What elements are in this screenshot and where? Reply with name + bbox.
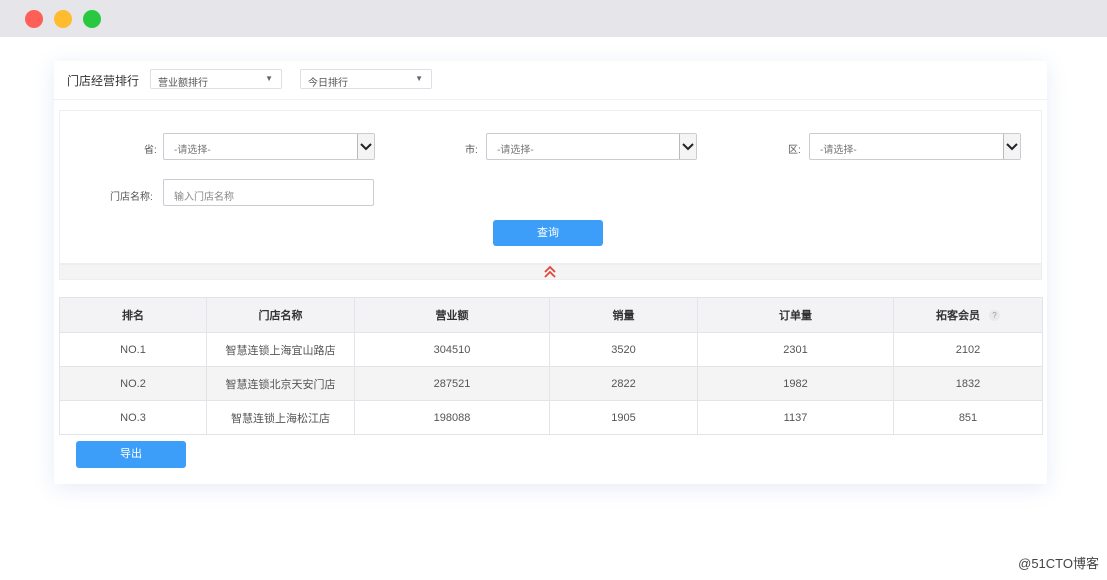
chevron-down-icon (1003, 134, 1020, 159)
sort-type-value: 营业额排行 (158, 78, 208, 89)
card-header: 门店经营排行 营业额排行 ▼ 今日排行 ▼ (54, 61, 1047, 100)
rank-cell: NO.1 (59, 332, 207, 367)
city-select[interactable]: -请选择- (486, 133, 697, 160)
query-button[interactable]: 查询 (493, 220, 603, 246)
district-label: 区: (788, 145, 801, 156)
district-value: -请选择- (820, 145, 857, 156)
new-members-cell: 2102 (893, 332, 1043, 367)
page-title: 门店经营排行 (67, 74, 140, 88)
store-ranking-table: 排名 门店名称 营业额 销量 订单量 拓客会员? NO.1 智慧连锁上海宜山路店… (59, 297, 1043, 435)
province-select[interactable]: -请选择- (163, 133, 375, 160)
close-window-button[interactable] (25, 10, 43, 28)
help-icon[interactable]: ? (989, 310, 1000, 321)
chevron-down-icon (357, 134, 374, 159)
sales-cell: 3520 (549, 332, 698, 367)
table-row[interactable]: NO.2 智慧连锁北京天安门店 287521 2822 1982 1832 (59, 366, 1043, 401)
store-ranking-card: 门店经营排行 营业额排行 ▼ 今日排行 ▼ 省: -请选择- 市: -请选择- … (54, 61, 1047, 484)
period-value: 今日排行 (308, 78, 348, 89)
column-header-sales[interactable]: 销量 (549, 297, 698, 333)
orders-cell: 1137 (697, 400, 894, 435)
city-label: 市: (465, 145, 478, 156)
store-name-cell: 智慧连锁上海松江店 (206, 400, 355, 435)
district-select[interactable]: -请选择- (809, 133, 1021, 160)
rank-cell: NO.3 (59, 400, 207, 435)
caret-down-icon: ▼ (265, 74, 273, 83)
double-chevron-up-icon[interactable] (543, 265, 557, 284)
maximize-window-button[interactable] (83, 10, 101, 28)
new-members-header-label: 拓客会员 (936, 310, 980, 322)
window-titlebar (0, 0, 1107, 37)
export-button[interactable]: 导出 (76, 441, 186, 468)
column-header-new-members[interactable]: 拓客会员? (893, 297, 1043, 333)
column-header-revenue[interactable]: 营业额 (354, 297, 550, 333)
sort-type-select[interactable]: 营业额排行 ▼ (150, 69, 282, 89)
new-members-cell: 851 (893, 400, 1043, 435)
orders-cell: 2301 (697, 332, 894, 367)
caret-down-icon: ▼ (415, 74, 423, 83)
filter-collapse-bar[interactable] (59, 264, 1042, 280)
table-row[interactable]: NO.3 智慧连锁上海松江店 198088 1905 1137 851 (59, 400, 1043, 435)
revenue-cell: 304510 (354, 332, 550, 367)
revenue-cell: 198088 (354, 400, 550, 435)
revenue-cell: 287521 (354, 366, 550, 401)
filter-panel: 省: -请选择- 市: -请选择- 区: -请选择- 门店名称: 输入门店名称 (59, 110, 1042, 264)
period-select[interactable]: 今日排行 ▼ (300, 69, 432, 89)
sales-cell: 2822 (549, 366, 698, 401)
store-name-input[interactable]: 输入门店名称 (163, 179, 374, 206)
province-label: 省: (144, 145, 157, 156)
rank-cell: NO.2 (59, 366, 207, 401)
chevron-down-icon (679, 134, 696, 159)
store-name-cell: 智慧连锁上海宜山路店 (206, 332, 355, 367)
orders-cell: 1982 (697, 366, 894, 401)
store-name-placeholder: 输入门店名称 (174, 192, 234, 203)
minimize-window-button[interactable] (54, 10, 72, 28)
store-name-cell: 智慧连锁北京天安门店 (206, 366, 355, 401)
column-header-store-name[interactable]: 门店名称 (206, 297, 355, 333)
city-value: -请选择- (497, 145, 534, 156)
watermark: @51CTO博客 (1018, 556, 1099, 571)
column-header-orders[interactable]: 订单量 (697, 297, 894, 333)
new-members-cell: 1832 (893, 366, 1043, 401)
column-header-rank[interactable]: 排名 (59, 297, 207, 333)
sales-cell: 1905 (549, 400, 698, 435)
province-value: -请选择- (174, 145, 211, 156)
store-name-label: 门店名称: (110, 192, 153, 203)
table-header-row: 排名 门店名称 营业额 销量 订单量 拓客会员? (59, 297, 1043, 333)
table-row[interactable]: NO.1 智慧连锁上海宜山路店 304510 3520 2301 2102 (59, 332, 1043, 367)
